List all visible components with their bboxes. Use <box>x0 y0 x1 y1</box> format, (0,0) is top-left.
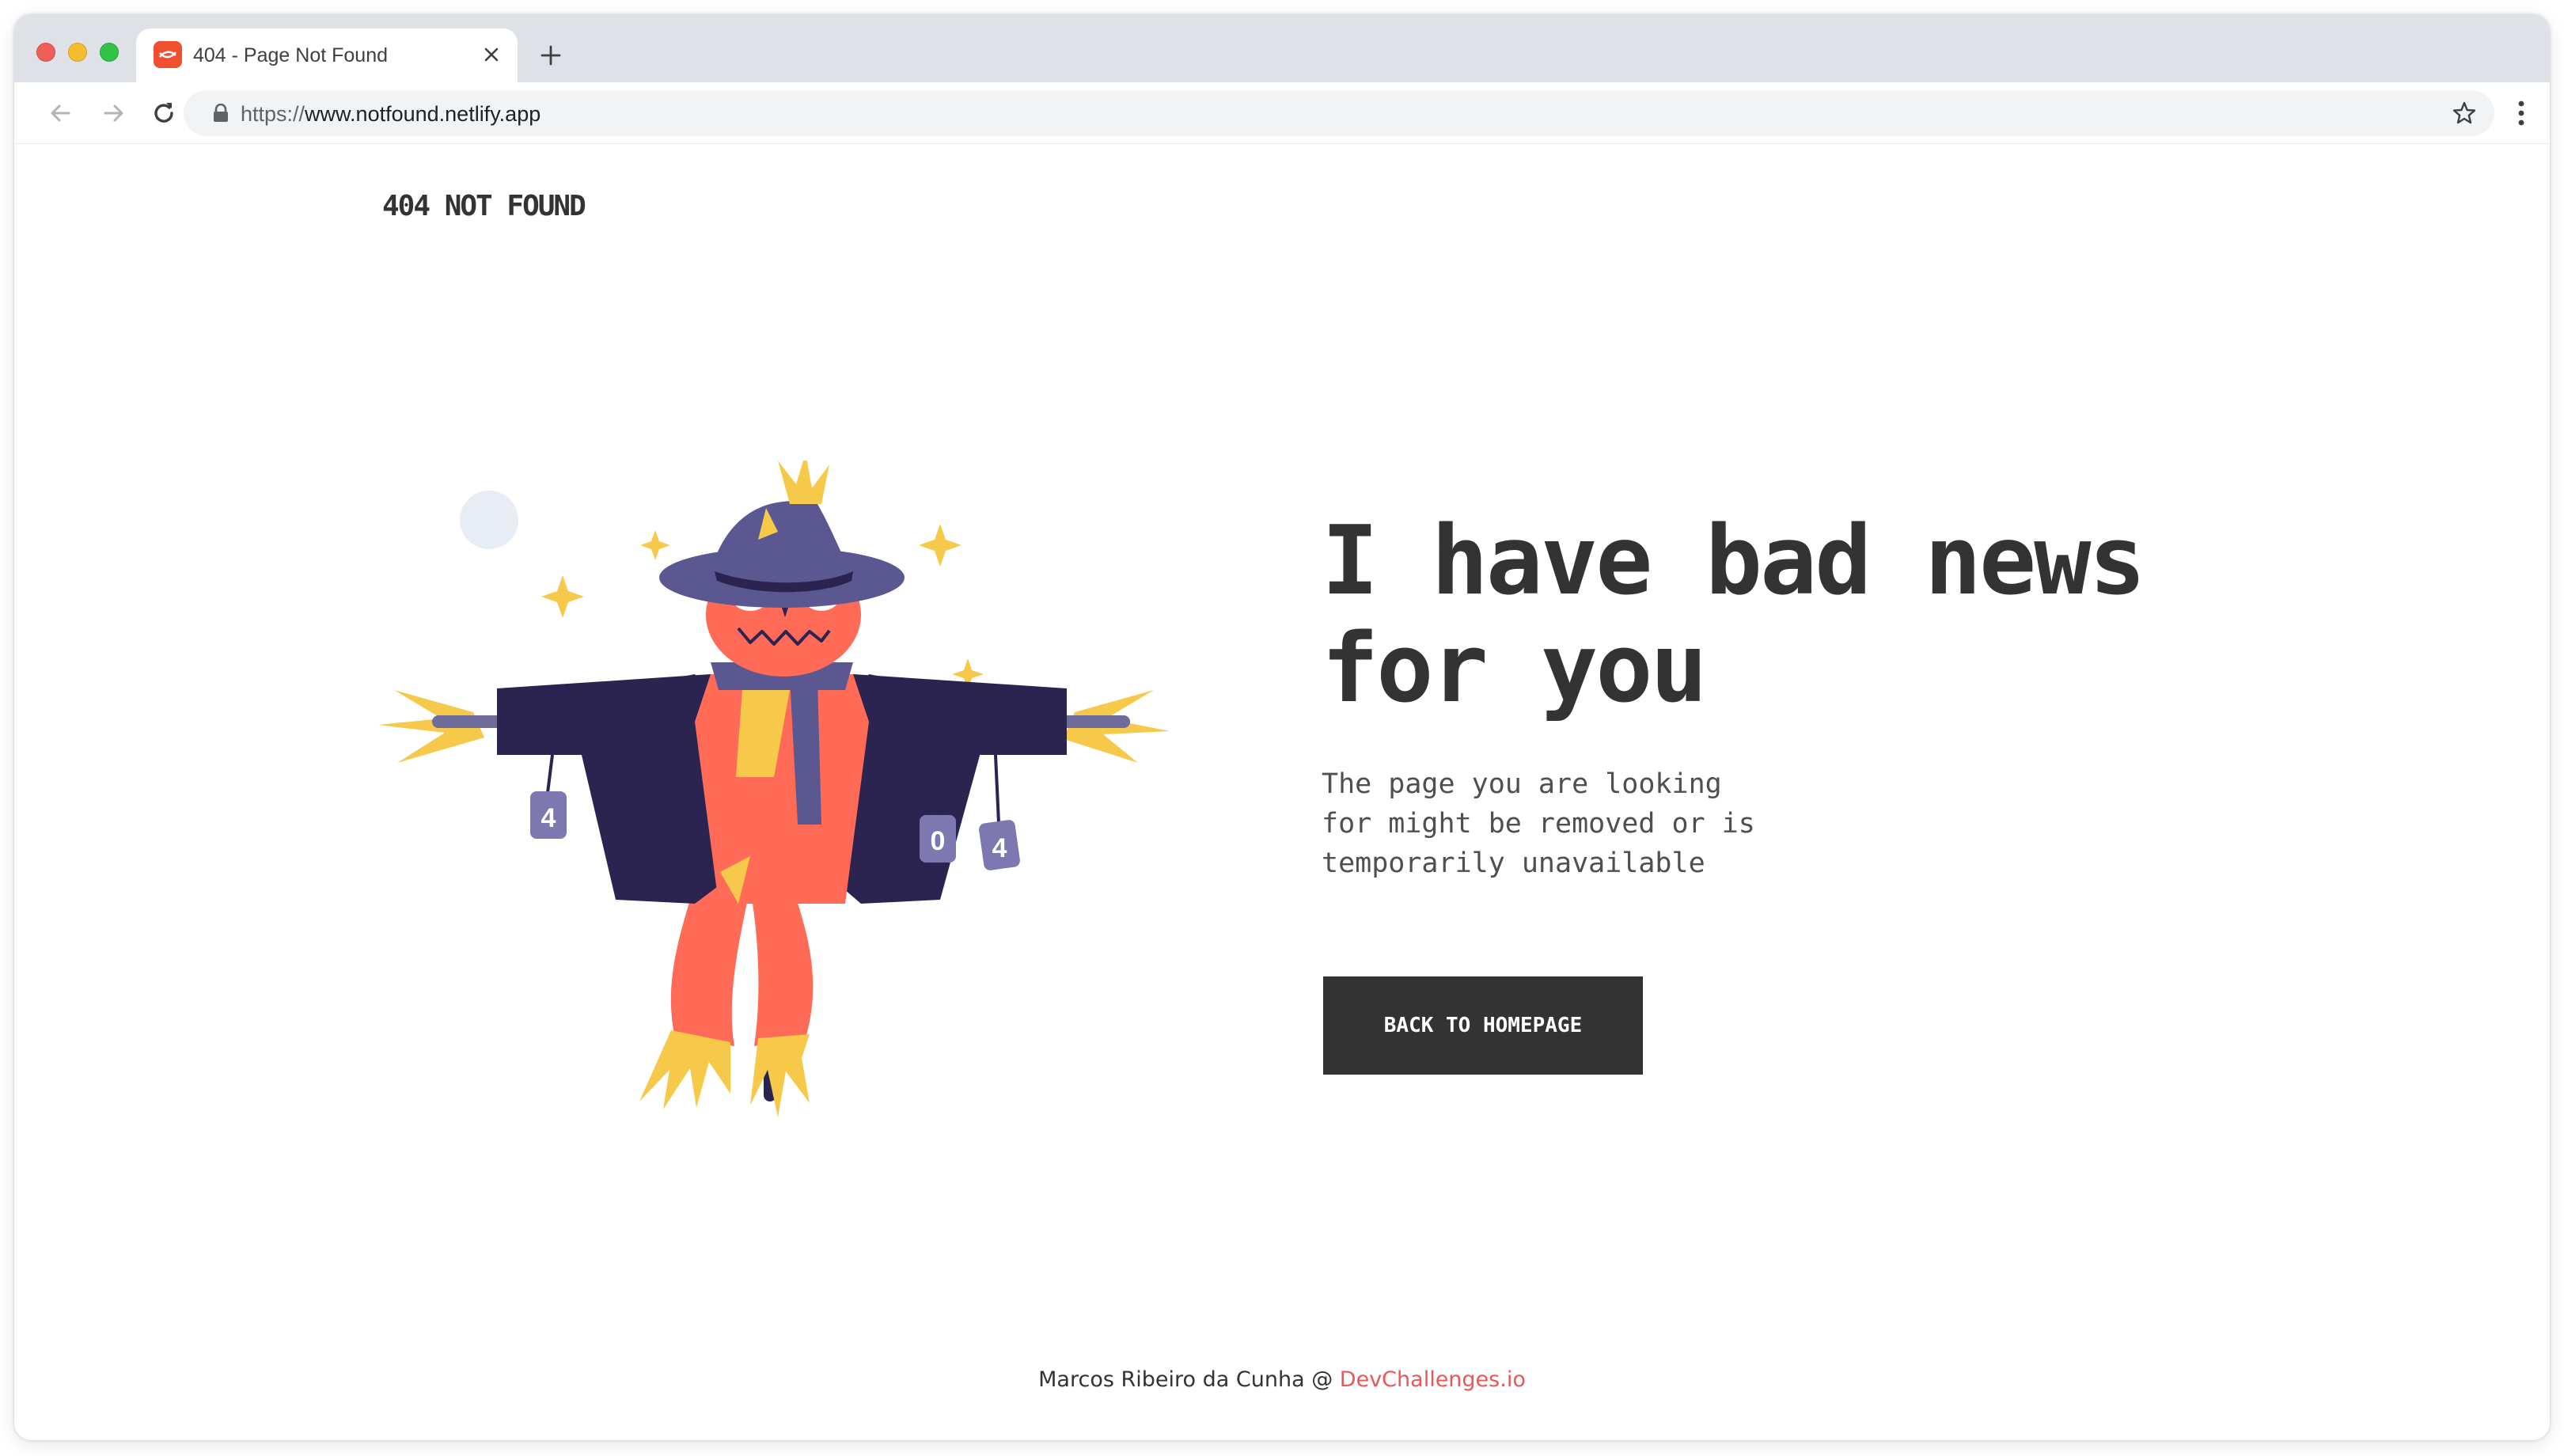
moon-icon <box>460 491 518 549</box>
kebab-menu-icon[interactable] <box>2513 97 2529 130</box>
minimize-window-button[interactable] <box>68 43 87 62</box>
devchallenges-link[interactable]: DevChallenges.io <box>1340 1367 1526 1392</box>
sparkle-icon <box>919 524 962 567</box>
browser-toolbar: https://www.notfound.netlify.app <box>14 82 2550 144</box>
url-host: www.notfound.netlify.app <box>305 102 541 126</box>
scarecrow-illustration: 4 0 4 <box>378 453 1185 1125</box>
sparkle-icon <box>541 575 584 618</box>
tab-title: 404 - Page Not Found <box>193 44 388 66</box>
forward-arrow-icon[interactable] <box>97 97 130 130</box>
can-label-1: 4 <box>541 803 556 833</box>
page-content: 404 NOT FOUND 4 0 4 I have bad news for … <box>14 144 2550 1440</box>
headline-line: for you <box>1322 614 1708 724</box>
description-line: for might be removed or is <box>1322 808 1755 840</box>
back-to-homepage-button[interactable]: BACK TO HOMEPAGE <box>1323 976 1643 1075</box>
can-label-2: 0 <box>931 826 946 856</box>
description-line: temporarily unavailable <box>1322 847 1705 879</box>
maximize-window-button[interactable] <box>100 43 119 62</box>
can-label-3: 4 <box>992 833 1007 863</box>
favicon-icon <box>154 41 182 68</box>
lock-icon <box>212 103 229 123</box>
new-tab-plus-icon[interactable] <box>537 41 565 70</box>
tab-strip: 404 - Page Not Found <box>14 14 2550 82</box>
site-logo-text[interactable]: 404 NOT FOUND <box>382 190 586 222</box>
url-scheme: https:// <box>241 102 305 126</box>
url-text: https://www.notfound.netlify.app <box>241 102 540 127</box>
back-arrow-icon[interactable] <box>44 97 78 130</box>
page-description: The page you are looking for might be re… <box>1322 764 1796 883</box>
headline-line: I have bad news <box>1322 506 2146 616</box>
sparkle-icon <box>640 530 670 560</box>
browser-tab-active[interactable]: 404 - Page Not Found <box>136 28 518 82</box>
reload-icon[interactable] <box>147 97 180 130</box>
bookmark-star-icon[interactable] <box>2452 100 2477 126</box>
page-footer: Marcos Ribeiro da Cunha @ DevChallenges.… <box>14 1367 2550 1392</box>
tab-close-icon[interactable] <box>476 40 506 70</box>
page-headline: I have bad news for you <box>1322 508 2192 723</box>
description-line: The page you are looking <box>1322 768 1722 800</box>
browser-window: 404 - Page Not Found https://www.notfoun… <box>14 14 2550 1440</box>
footer-author: Marcos Ribeiro da Cunha @ <box>1038 1367 1340 1392</box>
close-window-button[interactable] <box>36 43 55 62</box>
address-bar[interactable]: https://www.notfound.netlify.app <box>184 90 2494 136</box>
